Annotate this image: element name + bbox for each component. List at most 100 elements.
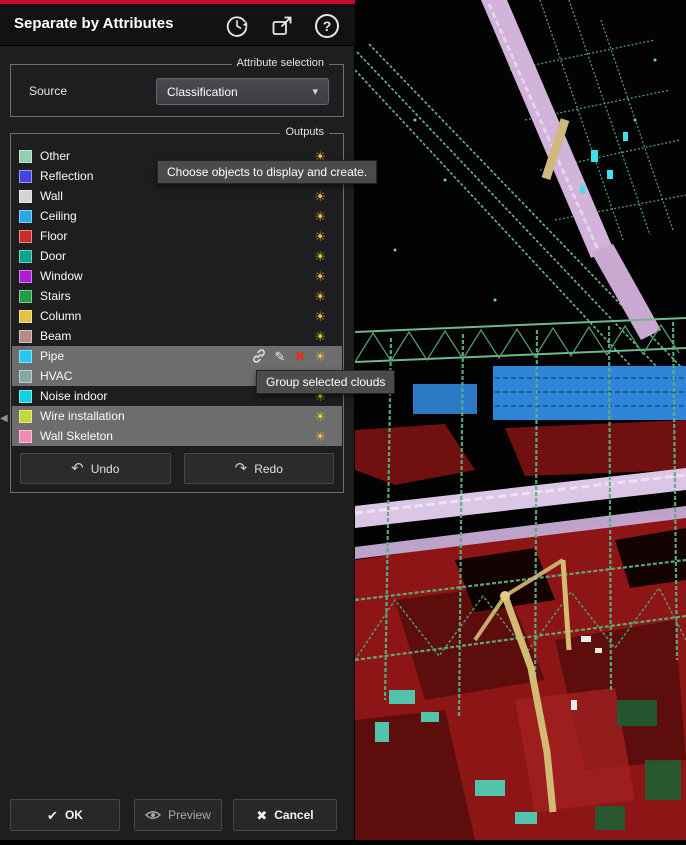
class-label: Stairs (40, 289, 71, 303)
output-row-wire-installation[interactable]: Wire installation☀ (12, 406, 342, 426)
undo-label: Undo (91, 462, 120, 476)
separate-by-attributes-panel: Separate by Attributes ? Attribute selec… (0, 0, 355, 840)
class-color-swatch (19, 210, 32, 223)
outputs-list: Other☀Reflection☀Wall☀Ceiling☀Floor☀Door… (12, 146, 342, 446)
class-color-swatch (19, 350, 32, 363)
chevron-down-icon: ▾ (312, 85, 318, 98)
output-row-column[interactable]: Column ☀ (12, 306, 342, 326)
row-actions: ☀ (314, 330, 326, 343)
visibility-bulb-icon[interactable]: ☀ (314, 290, 326, 303)
row-actions: ☀ (314, 270, 326, 283)
visibility-bulb-icon[interactable]: ☀ (314, 350, 326, 363)
edit-pencil-icon[interactable]: ✎ (275, 350, 286, 363)
popout-button[interactable] (268, 12, 296, 40)
visibility-bulb-icon[interactable]: ☀ (314, 430, 326, 443)
preview-label: Preview (168, 808, 211, 822)
output-row-wall[interactable]: Wall ☀ (12, 186, 342, 206)
outputs-label: Outputs (280, 126, 329, 138)
outputs-groupbox: Outputs Other☀Reflection☀Wall☀Ceiling☀Fl… (10, 133, 344, 493)
class-color-swatch (19, 150, 32, 163)
reset-button[interactable] (223, 12, 251, 40)
ok-button[interactable]: ✔ OK (10, 799, 120, 831)
class-color-swatch (19, 230, 32, 243)
output-row-ceiling[interactable]: Ceiling ☀ (12, 206, 342, 226)
row-actions: ☀ (314, 430, 326, 443)
class-color-swatch (19, 310, 32, 323)
help-icon: ? (315, 14, 339, 38)
visibility-bulb-icon[interactable]: ☀ (314, 210, 326, 223)
popout-window-icon (270, 14, 294, 38)
class-label: HVAC (40, 369, 72, 383)
ok-label: OK (65, 808, 83, 822)
row-actions: ☀ (314, 190, 326, 203)
class-label: Wall (40, 189, 63, 203)
visibility-bulb-icon[interactable]: ☀ (314, 230, 326, 243)
output-row-floor[interactable]: Floor ☀ (12, 226, 342, 246)
class-label: Pipe (40, 349, 64, 363)
check-icon: ✔ (47, 809, 58, 822)
row-actions: ☀ (314, 290, 326, 303)
output-row-wall-skeleton[interactable]: Wall Skeleton☀ (12, 426, 342, 446)
row-actions: ✎ ✖ ☀ (252, 349, 326, 363)
class-label: Other (40, 149, 70, 163)
class-color-swatch (19, 290, 32, 303)
class-color-swatch (19, 390, 32, 403)
eye-icon (145, 810, 161, 820)
attribute-selection-label: Attribute selection (232, 57, 329, 69)
class-color-swatch (19, 250, 32, 263)
undo-icon: ↶ (71, 461, 84, 476)
class-label: Ceiling (40, 209, 77, 223)
class-color-swatch (19, 330, 32, 343)
pointcloud-scene (355, 0, 686, 840)
row-actions: ☀ (314, 230, 326, 243)
redo-icon: ↷ (235, 461, 248, 476)
visibility-bulb-icon[interactable]: ☀ (314, 330, 326, 343)
class-label: Floor (40, 229, 67, 243)
group-link-icon[interactable] (252, 349, 266, 363)
help-question-glyph: ? (323, 18, 332, 34)
tooltip-group-clouds: Group selected clouds (256, 370, 395, 394)
class-color-swatch (19, 190, 32, 203)
output-row-stairs[interactable]: Stairs ☀ (12, 286, 342, 306)
class-label: Reflection (40, 169, 93, 183)
class-label: Column (40, 309, 81, 323)
reset-history-icon (225, 14, 249, 38)
cancel-x-icon: ✖ (256, 809, 267, 822)
redo-label: Redo (254, 462, 283, 476)
output-row-door[interactable]: Door ☀ (12, 246, 342, 266)
output-row-beam[interactable]: Beam ☀ (12, 326, 342, 346)
source-dropdown-value: Classification (167, 85, 238, 99)
tooltip-display-create: Choose objects to display and create. (157, 160, 377, 184)
redo-button[interactable]: ↷ Redo (184, 453, 335, 484)
class-color-swatch (19, 170, 32, 183)
visibility-bulb-icon[interactable]: ☀ (314, 190, 326, 203)
class-label: Window (40, 269, 83, 283)
undo-redo-row: ↶ Undo ↷ Redo (20, 453, 334, 484)
visibility-bulb-icon[interactable]: ☀ (314, 270, 326, 283)
cancel-button[interactable]: ✖ Cancel (233, 799, 337, 831)
class-color-swatch (19, 370, 32, 383)
visibility-bulb-icon[interactable]: ☀ (314, 250, 326, 263)
output-row-window[interactable]: Window ☀ (12, 266, 342, 286)
source-dropdown[interactable]: Classification ▾ (156, 78, 329, 105)
viewport-3d[interactable] (355, 0, 686, 840)
class-label: Beam (40, 329, 71, 343)
preview-button[interactable]: Preview (134, 799, 222, 831)
cancel-label: Cancel (274, 808, 313, 822)
visibility-bulb-icon[interactable]: ☀ (314, 310, 326, 323)
source-label: Source (29, 84, 67, 98)
panel-collapse-arrow[interactable]: ◀ (0, 413, 8, 424)
dialog-title: Separate by Attributes (14, 15, 174, 32)
row-actions: ☀ (314, 410, 326, 423)
row-actions: ☀ (314, 310, 326, 323)
row-actions: ☀ (314, 250, 326, 263)
class-label: Door (40, 249, 66, 263)
delete-x-icon[interactable]: ✖ (294, 350, 305, 363)
dialog-header: Separate by Attributes ? (0, 4, 355, 46)
attribute-selection-groupbox: Attribute selection Source Classificatio… (10, 64, 344, 117)
undo-button[interactable]: ↶ Undo (20, 453, 171, 484)
visibility-bulb-icon[interactable]: ☀ (314, 410, 326, 423)
help-button[interactable]: ? (313, 12, 341, 40)
class-color-swatch (19, 410, 32, 423)
output-row-pipe[interactable]: Pipe ✎ ✖ ☀ (12, 346, 342, 366)
